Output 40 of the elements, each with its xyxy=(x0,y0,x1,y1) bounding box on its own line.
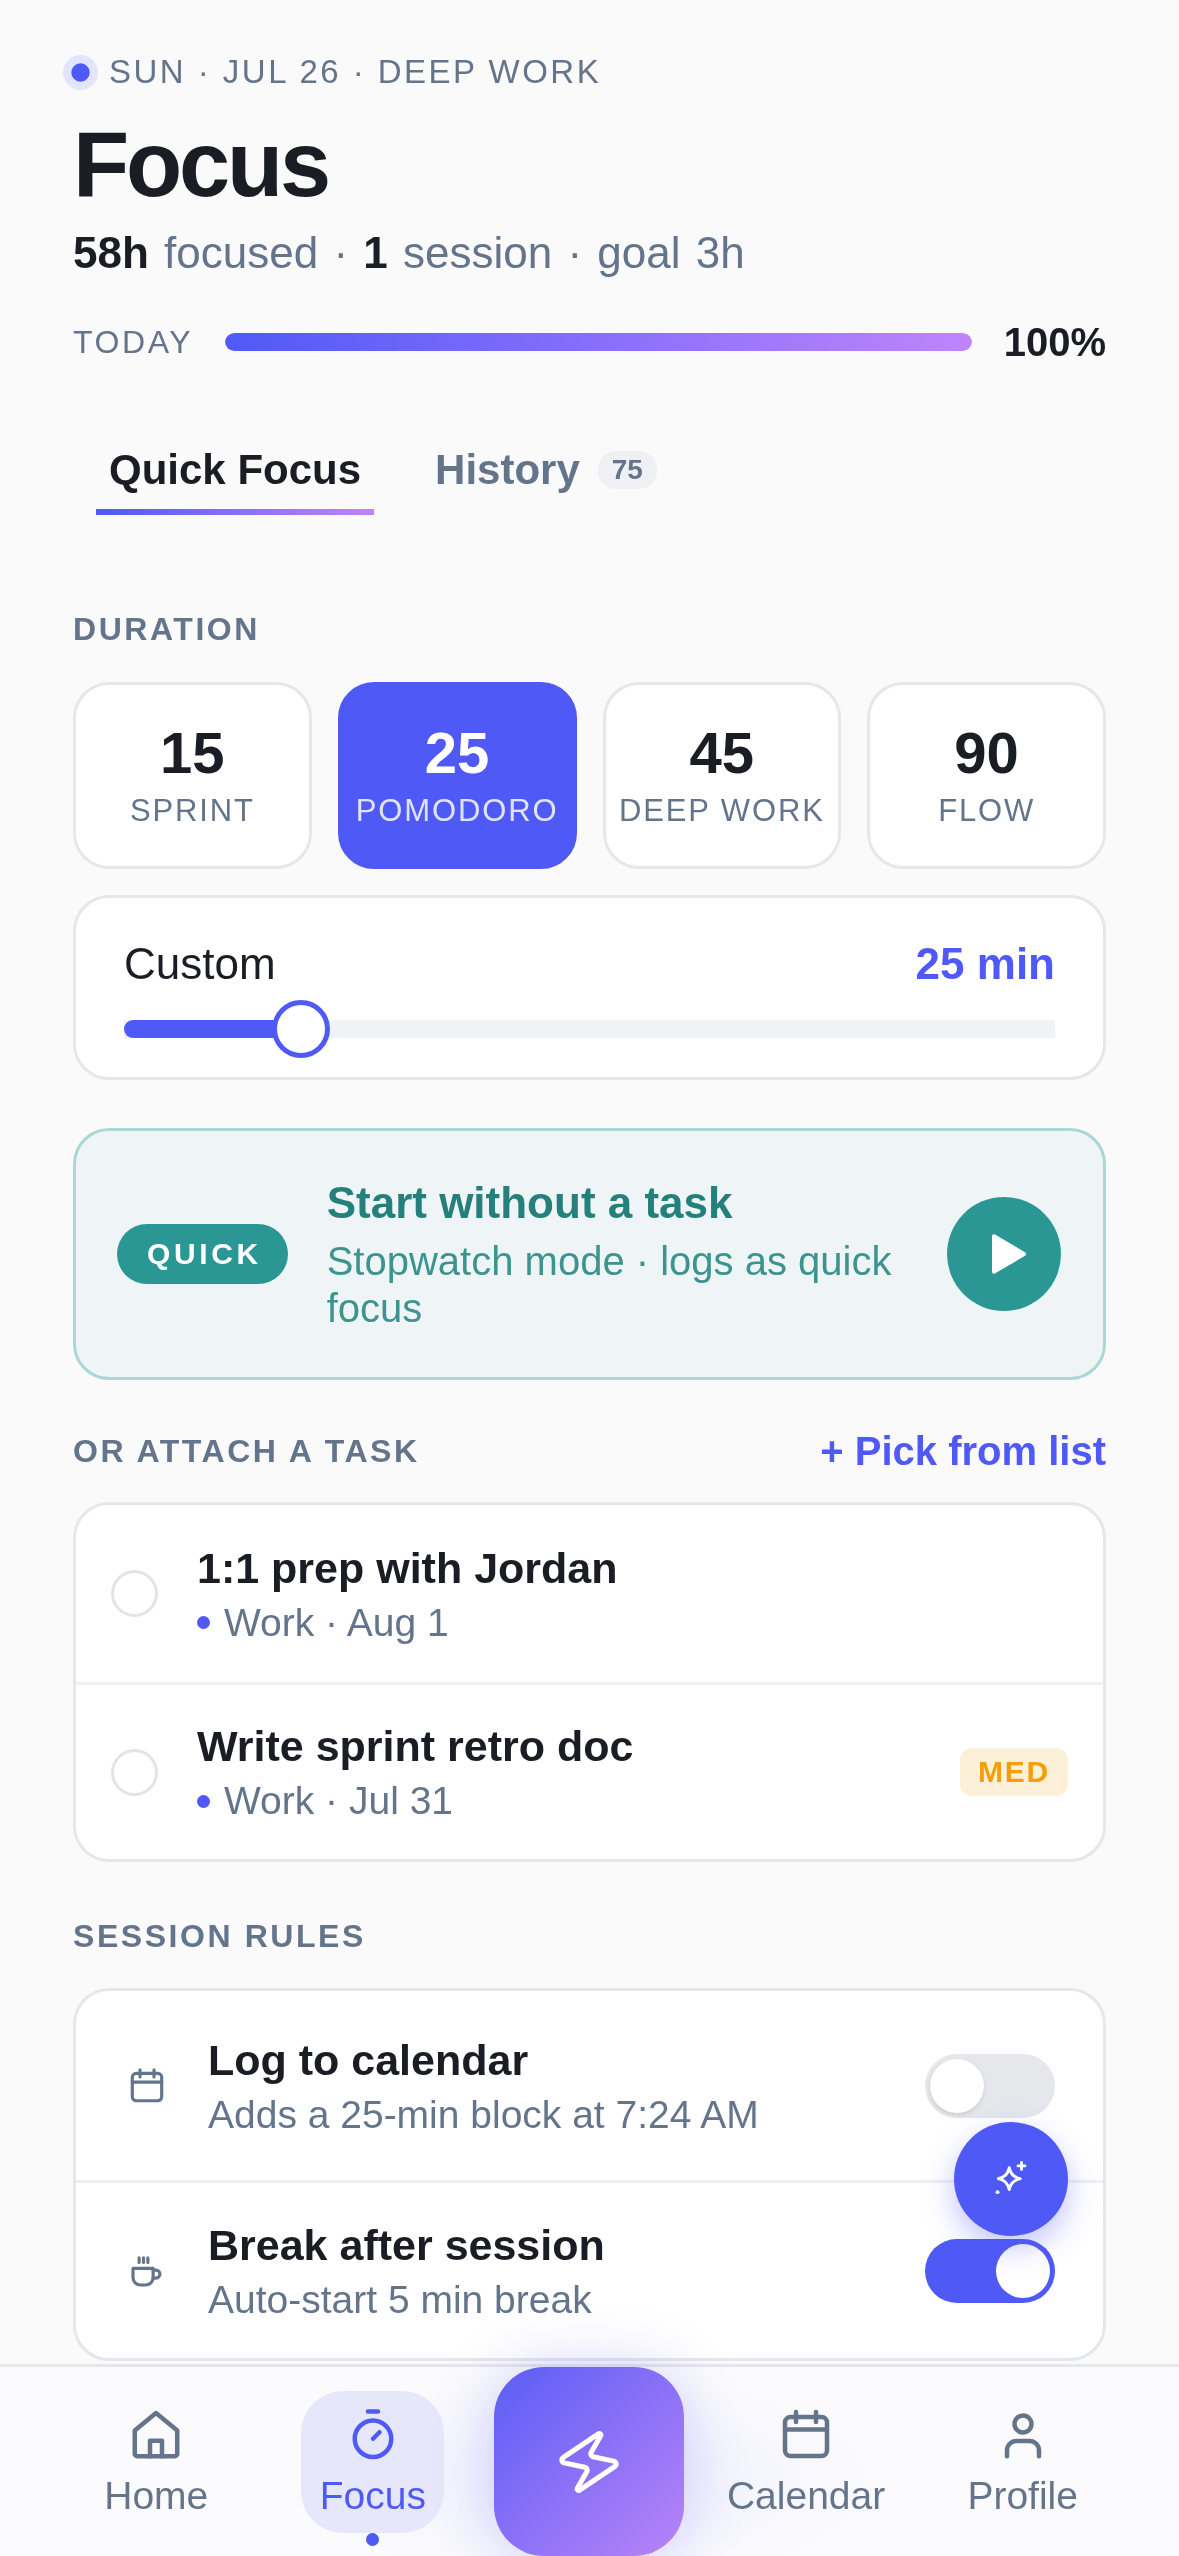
progress-label: TODAY xyxy=(73,323,194,362)
count-badge: 75 xyxy=(597,451,657,489)
rule-title: Break after session xyxy=(208,2219,605,2271)
progress-percent: 100% xyxy=(1003,319,1106,366)
pick-from-list-link[interactable]: + Pick from list xyxy=(820,1426,1106,1476)
rule-title: Log to calendar xyxy=(208,2034,530,2086)
slider-value: 25 min xyxy=(915,938,1055,990)
task-title: 1:1 prep with Jordan xyxy=(197,1542,618,1594)
rule-description: Adds a 25-min block at 7:24 AM xyxy=(208,2091,759,2138)
section-heading: SESSION RULES xyxy=(73,1917,367,1956)
nav-tab[interactable]: Profile xyxy=(951,2390,1095,2533)
task-title: Write sprint retro doc xyxy=(197,1721,634,1772)
duration-option[interactable]: 90 FLOW xyxy=(867,682,1106,869)
task-checkbox[interactable] xyxy=(111,1748,158,1796)
focus-summary: 58h focused · 1 session · goal 3h xyxy=(73,227,746,279)
task-meta: Work · Jul 31 xyxy=(224,1778,453,1824)
duration-option[interactable]: 45 DEEP WORK xyxy=(602,682,842,869)
priority-badge: MED xyxy=(959,1748,1068,1796)
quick-badge: QUICK xyxy=(117,1224,288,1284)
status-dot-icon xyxy=(63,54,98,90)
section-heading: DURATION xyxy=(73,610,261,649)
tab[interactable]: History 75 xyxy=(422,443,670,515)
quick-start-title: Start without a task xyxy=(326,1177,734,1229)
task-meta: Work · Aug 1 xyxy=(224,1599,449,1646)
nav-tab[interactable]: Calendar xyxy=(716,2390,896,2533)
nav-tab[interactable]: Home xyxy=(84,2390,228,2533)
section-heading: OR ATTACH A TASK xyxy=(73,1432,420,1471)
duration-option[interactable]: 25 POMODORO xyxy=(337,682,577,869)
slider-thumb[interactable] xyxy=(271,1000,330,1058)
page-title: Focus xyxy=(73,118,329,210)
slider-label: Custom xyxy=(124,938,276,990)
task-checkbox[interactable] xyxy=(111,1570,158,1617)
quick-action-button[interactable] xyxy=(494,2367,685,2556)
duration-option[interactable]: 15 SPRINT xyxy=(73,682,312,869)
rule-description: Auto-start 5 min break xyxy=(208,2276,593,2323)
quick-start-card[interactable]: QUICK Start without a task Stopwatch mode · logs as quick focus xyxy=(73,1128,1106,1380)
date-caption: SUN · JUL 26 · DEEP WORK xyxy=(109,52,602,92)
nav-tab[interactable]: Focus xyxy=(301,2390,445,2533)
quick-start-subtitle: Stopwatch mode · logs as quick focus xyxy=(326,1238,893,1332)
active-indicator-dot-icon xyxy=(366,2533,380,2546)
